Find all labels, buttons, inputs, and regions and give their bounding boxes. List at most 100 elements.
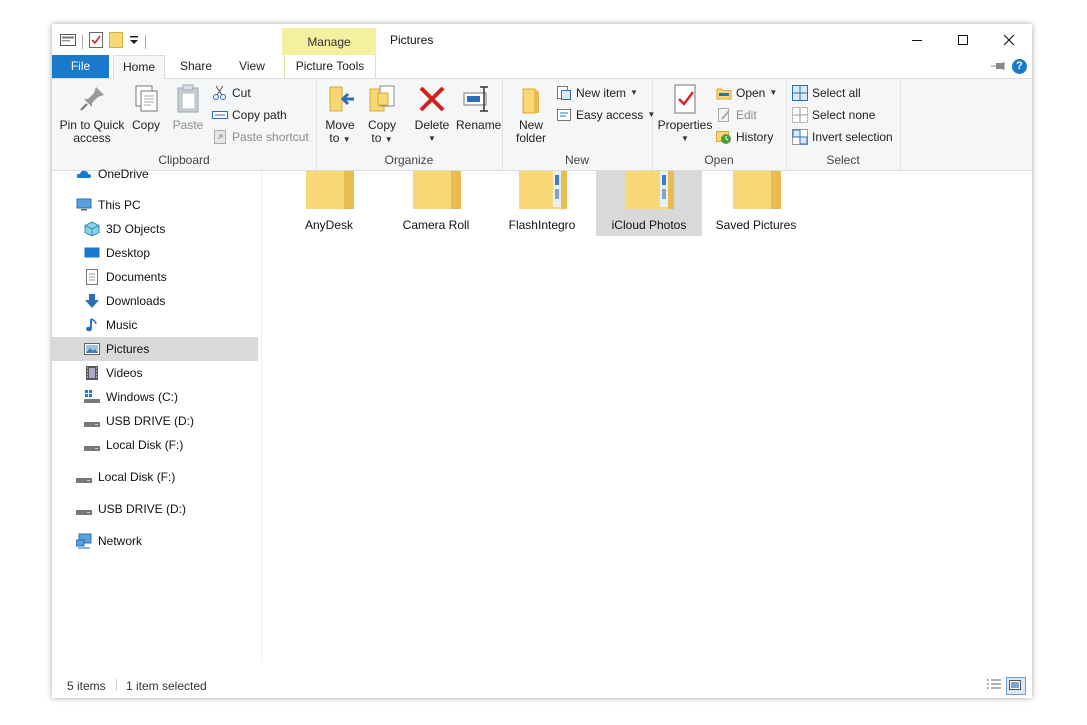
new-folder-button[interactable]: New folder: [510, 83, 552, 145]
folder-item[interactable]: AnyDesk: [276, 171, 382, 236]
organize-group: Move to ▼ Copy to ▼ Delete ▼ Rename Orga…: [316, 79, 503, 170]
folder-label: AnyDesk: [304, 218, 354, 232]
cut-label: Cut: [232, 86, 251, 100]
customize-qat-icon[interactable]: [129, 34, 139, 49]
nav-label-onedrive: OneDrive: [98, 167, 149, 181]
nav-item-onedrive[interactable]: OneDrive: [52, 162, 258, 186]
copy-path-button[interactable]: Copy path: [212, 106, 287, 124]
delete-dropdown-arrow: ▼: [428, 134, 436, 143]
copy-button[interactable]: Copy: [128, 83, 164, 132]
folder-label: FlashIntegro: [508, 218, 576, 232]
status-separator: [116, 679, 117, 691]
selection-count: 1 item selected: [126, 679, 207, 693]
tab-picture-tools[interactable]: Picture Tools: [284, 55, 376, 78]
nav-label-3d-objects: 3D Objects: [106, 222, 166, 236]
easy-access-label: Easy access: [576, 108, 644, 122]
nav-item-windows-c[interactable]: Windows (C:): [52, 385, 258, 409]
folder-item[interactable]: Camera Roll: [383, 171, 489, 236]
nav-item-downloads[interactable]: Downloads: [52, 289, 258, 313]
nav-item-videos[interactable]: Videos: [52, 361, 258, 385]
pin-ribbon-icon[interactable]: [991, 60, 1005, 74]
folder-item-selected[interactable]: iCloud Photos: [596, 171, 702, 236]
maximize-button[interactable]: [940, 24, 986, 55]
copy-to-icon: [366, 83, 398, 115]
nav-item-pictures[interactable]: Pictures: [52, 337, 258, 361]
open-button[interactable]: Open ▼: [716, 84, 777, 102]
new-item-button[interactable]: New item ▼: [556, 84, 638, 102]
invert-selection-button[interactable]: Invert selection: [792, 128, 893, 146]
tab-view[interactable]: View: [228, 55, 276, 78]
drive-icon: [84, 437, 100, 453]
folder-item[interactable]: FlashIntegro: [489, 171, 595, 236]
computer-icon: [76, 197, 92, 213]
edit-button[interactable]: Edit: [716, 106, 757, 124]
tab-home[interactable]: Home: [113, 55, 165, 79]
nav-item-3d-objects[interactable]: 3D Objects: [52, 217, 258, 241]
qat-separator: [145, 34, 146, 49]
properties-large-icon: [669, 83, 701, 115]
nav-label-pictures: Pictures: [106, 342, 150, 356]
nav-item-this-pc[interactable]: This PC: [52, 193, 258, 217]
tab-manage[interactable]: Manage: [282, 28, 376, 55]
new-folder-icon[interactable]: [109, 32, 123, 51]
nav-item-usb-drive-d-root[interactable]: USB DRIVE (D:): [52, 497, 258, 521]
move-to-button[interactable]: Move to ▼: [322, 83, 358, 146]
new-item-dropdown-arrow: ▼: [630, 88, 638, 97]
easy-access-button[interactable]: Easy access ▼: [556, 106, 655, 124]
copy-to-dropdown-arrow: ▼: [384, 135, 393, 144]
large-icons-view-button[interactable]: [1006, 677, 1026, 695]
copy-to-button[interactable]: Copy to ▼: [364, 83, 400, 146]
copy-path-label: Copy path: [232, 108, 287, 122]
select-none-button[interactable]: Select none: [792, 106, 875, 124]
folder-item[interactable]: Saved Pictures: [703, 171, 809, 236]
nav-label-videos: Videos: [106, 366, 143, 380]
nav-label-this-pc: This PC: [98, 198, 141, 212]
folder-icon: [306, 171, 354, 209]
paste-button[interactable]: Paste: [170, 83, 206, 132]
nav-label-windows-c: Windows (C:): [106, 390, 179, 404]
history-button[interactable]: History: [716, 128, 773, 146]
minimize-button[interactable]: [894, 24, 940, 55]
pin-to-quick-access-button[interactable]: Pin to Quick access: [58, 83, 126, 145]
file-list: AnyDesk Camera Roll FlashIntegro iCloud …: [262, 171, 1032, 661]
file-explorer-window: Manage Pictures File Home Share View Pic…: [52, 24, 1032, 698]
select-all-label: Select all: [812, 86, 861, 100]
nav-item-documents[interactable]: Documents: [52, 265, 258, 289]
paste-shortcut-icon: [212, 129, 228, 145]
invert-selection-icon: [792, 129, 808, 145]
paste-shortcut-button[interactable]: Paste shortcut: [212, 128, 309, 146]
delete-button[interactable]: Delete ▼: [414, 83, 450, 145]
properties-button[interactable]: Properties ▼: [656, 83, 714, 145]
rename-icon: [462, 83, 494, 115]
nav-item-local-disk-f[interactable]: Local Disk (F:): [52, 433, 258, 457]
nav-item-usb-drive-d[interactable]: USB DRIVE (D:): [52, 409, 258, 433]
open-group: Properties ▼ Open ▼ Edit History Open: [652, 79, 787, 170]
move-dropdown-arrow: ▼: [342, 135, 351, 144]
ribbon-tab-row: File Home Share View Picture Tools ?: [52, 55, 1032, 79]
clipboard-group: Pin to Quick access Copy Paste Cut Copy …: [52, 79, 317, 170]
status-bar: 5 items 1 item selected: [52, 674, 1032, 698]
nav-item-network[interactable]: Network: [52, 529, 258, 553]
nav-item-music[interactable]: Music: [52, 313, 258, 337]
properties-icon[interactable]: [89, 32, 103, 51]
details-view-icon: [987, 679, 1001, 689]
paste-shortcut-label: Paste shortcut: [232, 130, 309, 144]
quick-access-toolbar: [60, 32, 146, 51]
cube-icon: [84, 221, 100, 237]
documents-icon: [84, 269, 100, 285]
folder-with-pictures-icon: [626, 171, 674, 209]
tab-share[interactable]: Share: [170, 55, 222, 78]
nav-item-desktop[interactable]: Desktop: [52, 241, 258, 265]
folder-label: Camera Roll: [402, 218, 470, 232]
select-all-button[interactable]: Select all: [792, 84, 861, 102]
window-menu-icon[interactable]: [60, 33, 76, 50]
help-icon[interactable]: ?: [1012, 59, 1027, 74]
cut-button[interactable]: Cut: [212, 84, 251, 102]
nav-item-local-disk-f-root[interactable]: Local Disk (F:): [52, 465, 258, 489]
folder-icon: [733, 171, 781, 209]
copy-to-label-line2: to: [371, 131, 382, 145]
close-button[interactable]: [986, 24, 1032, 55]
tab-file[interactable]: File: [52, 55, 109, 78]
details-view-button[interactable]: [985, 677, 1003, 693]
rename-button[interactable]: Rename: [456, 83, 501, 132]
